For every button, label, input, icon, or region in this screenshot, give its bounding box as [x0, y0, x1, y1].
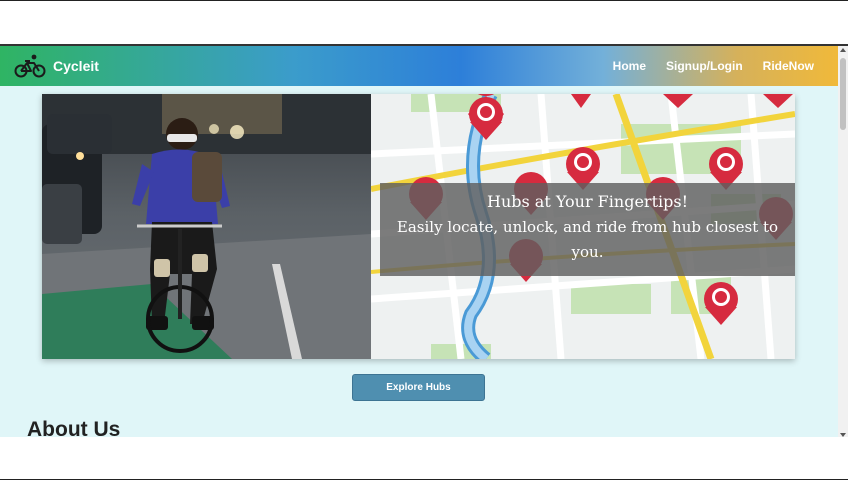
- scroll-up-arrow-icon[interactable]: [840, 48, 846, 52]
- page-viewport: Cycleit Home Signup/Login RideNow Hubs a…: [0, 44, 848, 437]
- scrollbar-thumb[interactable]: [840, 58, 846, 130]
- bicycle-icon: [14, 54, 46, 78]
- screen-bottom-bar: [0, 437, 848, 480]
- nav-link-home[interactable]: Home: [613, 59, 646, 73]
- hero-caption-text: Easily locate, unlock, and ride from hub…: [396, 218, 779, 261]
- brand-name: Cycleit: [53, 58, 99, 74]
- hero-banner: Hubs at Your Fingertips! Easily locate, …: [42, 94, 795, 359]
- brand[interactable]: Cycleit: [14, 53, 99, 79]
- nav-links: Home Signup/Login RideNow: [593, 46, 814, 86]
- nav-link-ridenow[interactable]: RideNow: [763, 59, 814, 73]
- nav-link-signup-login[interactable]: Signup/Login: [666, 59, 743, 73]
- about-us-heading: About Us: [27, 418, 121, 437]
- hero-caption: Hubs at Your Fingertips! Easily locate, …: [380, 183, 795, 276]
- cyclist-photo: [42, 94, 371, 359]
- screen-top-bar: [0, 0, 848, 44]
- hero-caption-title: Hubs at Your Fingertips!: [486, 192, 688, 211]
- explore-hubs-button[interactable]: Explore Hubs: [352, 374, 485, 401]
- vertical-scrollbar[interactable]: [838, 46, 848, 437]
- navbar: Cycleit Home Signup/Login RideNow: [0, 46, 838, 86]
